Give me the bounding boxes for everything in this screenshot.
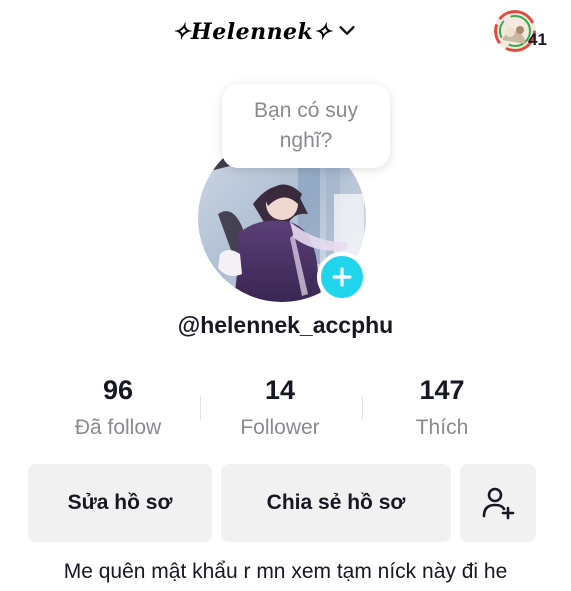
add-friends-button[interactable]: [460, 464, 536, 542]
add-person-icon: [482, 487, 515, 520]
add-story-button[interactable]: [317, 252, 367, 302]
profile-actions: Sửa hồ sơ Chia sẻ hồ sơ: [0, 464, 571, 542]
profile-handle: @helennek_accphu: [177, 312, 394, 338]
profile-stats: 96 Đã follow 14 Follower 147 Thích: [0, 370, 571, 450]
plus-icon: [332, 267, 352, 287]
edit-profile-button[interactable]: Sửa hồ sơ: [28, 464, 212, 542]
thought-prompt-bubble[interactable]: Bạn có suy nghĩ?: [222, 84, 390, 168]
thought-prompt-text: Bạn có suy nghĩ?: [254, 99, 358, 152]
stat-followers[interactable]: 14 Follower: [190, 370, 370, 440]
stat-following-label: Đã follow: [74, 416, 162, 439]
chevron-down-icon: [336, 19, 358, 45]
stat-following[interactable]: 96 Đã follow: [28, 370, 208, 440]
account-switcher[interactable]: ✧Helennek✧: [172, 14, 358, 50]
activity-count-badge: 41: [528, 30, 547, 49]
stat-following-value: 96: [102, 375, 134, 405]
stat-followers-label: Follower: [240, 416, 320, 439]
share-profile-button[interactable]: Chia sẻ hồ sơ: [221, 464, 451, 542]
activity-button[interactable]: 41: [494, 10, 550, 54]
stat-followers-value: 14: [264, 375, 296, 405]
profile-bio: Me quên mật khẩu r mn xem tạm níck này đ…: [63, 560, 508, 583]
stat-likes[interactable]: 147 Thích: [352, 370, 532, 440]
profile-display-name: ✧Helennek✧: [172, 19, 333, 45]
stat-likes-label: Thích: [415, 416, 469, 439]
stat-likes-value: 147: [419, 375, 465, 405]
top-bar: ✧Helennek✧ 41: [0, 0, 571, 70]
